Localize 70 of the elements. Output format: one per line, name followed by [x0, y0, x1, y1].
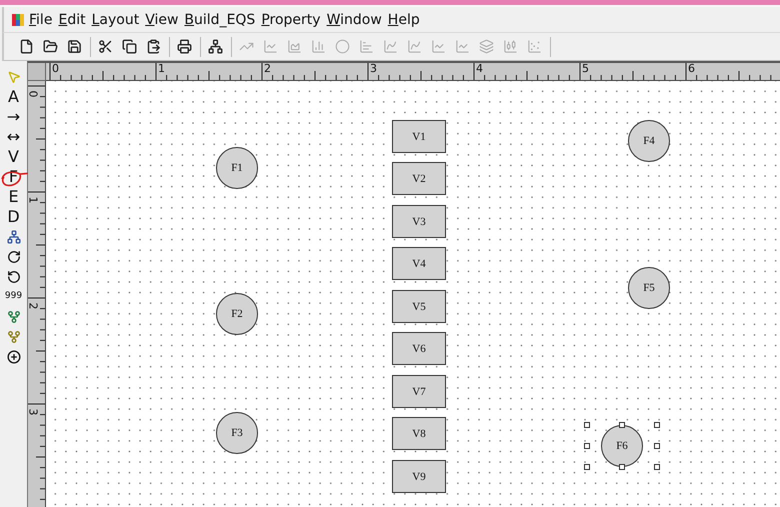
line-chart-icon — [454, 39, 470, 54]
layers-icon — [478, 39, 494, 54]
curved-arrow-icon — [6, 250, 20, 264]
variable-node[interactable]: V3 — [392, 205, 446, 238]
tool-button[interactable]: → — [2, 107, 24, 126]
open-folder-icon — [42, 39, 58, 54]
menu-item[interactable]: File — [27, 12, 56, 28]
ruler-label: 4 — [476, 63, 483, 75]
tool-button[interactable]: 999 — [2, 287, 24, 306]
variable-node[interactable]: V4 — [392, 247, 446, 280]
ruler-label: 1 — [158, 63, 165, 75]
new-file-icon — [18, 39, 34, 54]
menu-item[interactable]: Window — [324, 12, 386, 28]
factor-node[interactable]: F1 — [216, 147, 258, 189]
ruler-corner — [28, 63, 46, 81]
variable-node[interactable]: V9 — [392, 460, 446, 493]
tool-button[interactable]: D — [2, 207, 24, 226]
bar-chart-icon — [358, 39, 374, 54]
ruler-label: 0 — [28, 90, 38, 98]
variable-node[interactable]: V7 — [392, 375, 446, 408]
menu-item[interactable]: Build_EQS — [182, 12, 260, 28]
tool-button[interactable]: A — [2, 87, 24, 106]
variable-node[interactable]: V6 — [392, 332, 446, 365]
tool-button[interactable]: V — [2, 147, 24, 166]
ruler-label: 3 — [370, 63, 377, 75]
variable-node[interactable]: V5 — [392, 290, 446, 323]
factor-node[interactable]: F3 — [216, 412, 258, 454]
tree-icon — [6, 310, 20, 324]
network-icon — [208, 39, 222, 54]
ruler-label: 3 — [28, 408, 38, 416]
ruler-label: 0 — [52, 63, 59, 75]
menu-item[interactable]: Edit — [56, 12, 90, 28]
factor-node[interactable]: F5 — [628, 267, 670, 309]
app-icon — [12, 12, 24, 26]
ruler-label: 5 — [582, 63, 589, 75]
line-chart-icon — [430, 39, 446, 54]
ruler-label: 2 — [264, 63, 271, 75]
menu-item[interactable]: Help — [386, 12, 424, 28]
scissors-icon — [98, 39, 112, 54]
tree-icon — [6, 330, 20, 344]
crosshair-icon — [6, 350, 20, 364]
line-chart-icon — [406, 39, 422, 54]
line-chart-icon — [382, 39, 398, 54]
factor-node[interactable]: F4 — [628, 120, 670, 162]
tool-button[interactable]: ↔ — [2, 127, 24, 146]
area-chart-icon — [286, 39, 302, 54]
menu-item[interactable]: Layout — [90, 12, 144, 28]
column-chart-icon — [310, 39, 326, 54]
variable-node[interactable]: V2 — [392, 162, 446, 195]
scatter-chart-icon — [526, 39, 542, 54]
menu-item[interactable]: View — [143, 12, 182, 28]
variable-node[interactable]: V8 — [392, 417, 446, 450]
factor-node[interactable]: F2 — [216, 293, 258, 335]
ruler-label: 2 — [28, 302, 38, 310]
candlestick-icon — [502, 39, 518, 54]
copy-icon — [122, 39, 136, 54]
cursor-icon — [6, 70, 20, 84]
factor-node[interactable]: F6 — [584, 422, 660, 470]
save-icon — [66, 39, 82, 54]
line-chart-icon — [262, 39, 278, 54]
circle-icon — [334, 39, 350, 54]
variable-node[interactable]: V1 — [392, 120, 446, 153]
menu-item[interactable]: Property — [259, 12, 325, 28]
printer-icon — [176, 39, 192, 54]
ruler-label: 6 — [688, 63, 695, 75]
tool-button[interactable]: E — [2, 187, 24, 206]
curved-arrow-icon — [6, 270, 20, 284]
ruler-label: 1 — [28, 196, 38, 204]
network-icon — [6, 230, 20, 244]
paste-icon — [146, 39, 160, 54]
